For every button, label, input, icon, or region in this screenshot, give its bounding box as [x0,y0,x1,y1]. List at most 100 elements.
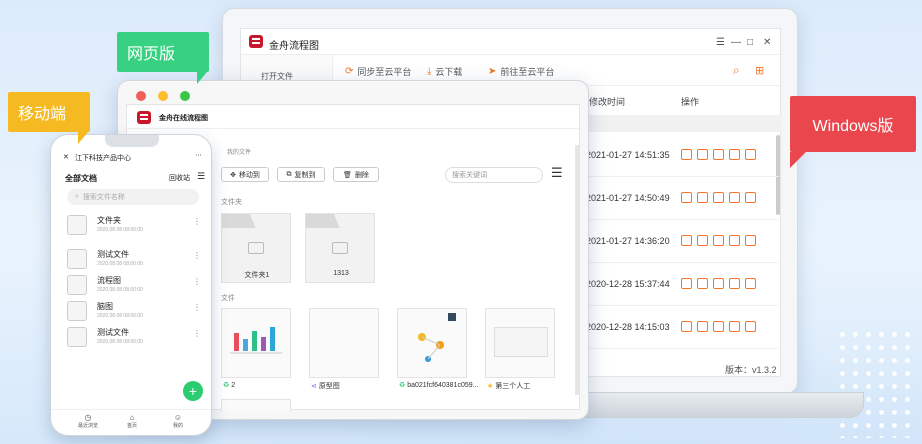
grid-view-icon[interactable]: ⊞ [755,64,764,77]
folder-card[interactable]: 文件夹1 [221,213,291,283]
folder-glyph-icon [248,242,264,254]
minimize-icon[interactable]: — [731,37,741,48]
list-item[interactable]: 脑图 2020.08.08 08:00:00 ⋮ [65,299,203,323]
close-icon[interactable]: ✕ [763,37,771,48]
share-icon[interactable] [729,235,740,246]
file-name: ♻ ba021fcf640381c059... [399,382,479,389]
file-card[interactable] [397,308,467,378]
rename-icon[interactable] [697,235,708,246]
app-logo-icon [137,111,151,124]
nav-profile[interactable]: ☺ 我的 [163,413,193,429]
item-more-icon[interactable]: ⋮ [193,277,201,286]
menu-icon[interactable]: ☰ [716,37,725,48]
item-date: 2020.08.08 08:00:00 [97,227,143,233]
list-item[interactable]: 测试文件 2020.08.08 08:00:00 ⋮ [65,325,203,349]
item-date: 2020.08.08 08:00:00 [97,261,143,267]
go-to-cloud-button[interactable]: ➤ 前往至云平台 [488,65,554,78]
edit-icon[interactable] [681,149,692,160]
item-name: 流程图 [97,276,121,285]
rename-icon[interactable] [697,321,708,332]
sync-to-cloud-button[interactable]: ⟳ 同步至云平台 [345,65,411,78]
column-actions-header: 操作 [681,97,700,107]
folder-card[interactable]: 1313 [305,213,375,283]
share-icon: ⋖ [311,383,319,390]
breadcrumb[interactable]: 我的文件 [227,147,251,156]
export-icon[interactable] [745,149,756,160]
modified-date: 2021-01-27 14:36:20 [586,236,670,246]
scrollbar[interactable] [575,145,579,395]
folder-name: 1313 [333,270,349,277]
windows-title-bar: 金舟流程图 ☰ — □ ✕ [241,29,782,55]
delete-icon[interactable] [713,321,724,332]
rename-icon[interactable] [697,149,708,160]
item-more-icon[interactable]: ⋮ [193,251,201,260]
file-card[interactable] [221,308,291,378]
item-name: 测试文件 [97,250,129,259]
web-search-input[interactable]: 搜索关键词 [445,167,543,183]
search-icon[interactable]: ⌕ [733,63,740,78]
mobile-search-input[interactable]: ⌕ 搜索文件名称 [67,189,199,205]
list-view-icon[interactable]: ☰ [551,165,563,181]
back-icon[interactable]: ✕ [63,153,69,161]
item-more-icon[interactable]: ⋮ [193,303,201,312]
delete-icon[interactable] [713,149,724,160]
edit-icon[interactable] [681,278,692,289]
share-icon[interactable] [729,192,740,203]
file-card[interactable] [309,308,379,378]
folder-icon [306,214,340,228]
nav-recent[interactable]: ◷ 最近浏览 [73,413,103,429]
export-icon[interactable] [745,321,756,332]
export-icon[interactable] [745,192,756,203]
web-version-tag: 网页版 [117,32,209,84]
maximize-icon[interactable]: □ [747,37,753,48]
share-icon[interactable] [729,278,740,289]
item-name: 测试文件 [97,328,129,337]
share-icon[interactable] [729,321,740,332]
folder-icon [222,214,256,228]
document-icon [67,275,87,295]
file-thumbnail-chart [230,327,282,354]
folder-icon [67,215,87,235]
file-card[interactable] [221,399,291,411]
recycle-bin-link[interactable]: 回收站 [169,173,190,183]
share-icon[interactable] [729,149,740,160]
list-item[interactable]: 文件夹 2020.08.08 08:00:00 ⋮ [65,213,203,237]
divider [51,409,211,410]
delete-icon[interactable] [713,235,724,246]
file-card[interactable] [485,308,555,378]
more-icon[interactable]: ⋯ [195,151,202,159]
delete-icon[interactable] [713,192,724,203]
decorative-dots [836,328,916,438]
modified-date: 2020-12-28 14:15:03 [586,322,670,332]
file-name: ★ 第三个人工 [487,383,531,390]
copy-to-button[interactable]: ⧉ 复制到 [277,167,325,182]
edit-icon[interactable] [681,192,692,203]
add-button[interactable]: + [183,381,203,401]
folders-section-label: 文件夹 [221,199,242,206]
item-more-icon[interactable]: ⋮ [193,329,201,338]
rename-icon[interactable] [697,192,708,203]
web-app-header: 金舟在线流程图 [127,105,581,129]
files-section-label: 文件 [221,295,235,302]
move-to-button[interactable]: ✥ 移动到 [221,167,269,182]
delete-button[interactable]: 🗑 删除 [333,167,379,182]
delete-icon[interactable] [713,278,724,289]
mobile-section-title: 全部文档 [65,174,97,183]
export-icon[interactable] [745,235,756,246]
export-icon[interactable] [745,278,756,289]
menu-icon[interactable]: ☰ [197,171,205,182]
cloud-download-button[interactable]: ⤓ 云下载 [427,65,462,78]
nav-home[interactable]: ⌂ 首页 [117,413,147,429]
list-item[interactable]: 测试文件 2020.08.08 08:00:00 ⋮ [65,247,203,271]
list-item[interactable]: 流程图 2020.08.08 08:00:00 ⋮ [65,273,203,297]
item-more-icon[interactable]: ⋮ [193,217,201,226]
web-app-title: 金舟在线流程图 [159,115,208,122]
document-icon [67,249,87,269]
windows-app-title: 金舟流程图 [269,41,319,52]
rename-icon[interactable] [697,278,708,289]
modified-date: 2021-01-27 14:51:35 [586,150,670,160]
edit-icon[interactable] [681,235,692,246]
edit-icon[interactable] [681,321,692,332]
column-modified-header: 修改时间 [589,97,626,107]
star-icon: ★ [487,383,496,390]
